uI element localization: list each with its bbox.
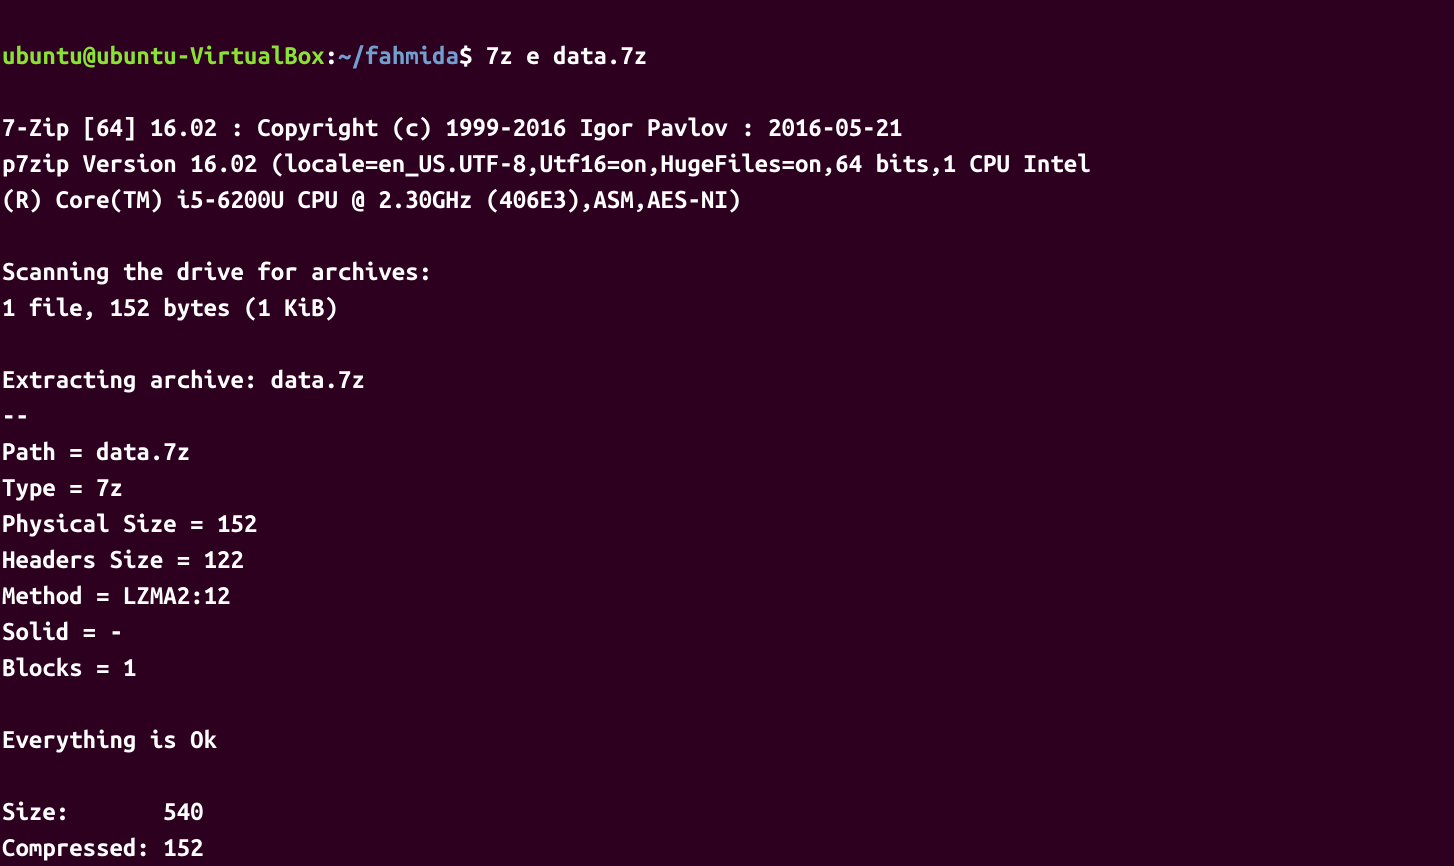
output-filecount: 1 file, 152 bytes (1 KiB) — [2, 294, 338, 321]
output-separator: -- — [2, 402, 29, 429]
output-version: 7-Zip [64] 16.02 : Copyright (c) 1999-20… — [2, 114, 902, 141]
output-type: Type = 7z — [2, 474, 123, 501]
prompt-dollar: $ — [459, 42, 486, 69]
prompt-colon: : — [325, 42, 338, 69]
output-method: Method = LZMA2:12 — [2, 582, 230, 609]
output-path: Path = data.7z — [2, 438, 190, 465]
prompt-tilde: ~ — [338, 42, 351, 69]
command-text: 7z e data.7z — [486, 42, 647, 69]
prompt-dir: fahmida — [365, 42, 459, 69]
prompt-line: ubuntu@ubuntu-VirtualBox:~/fahmida$ 7z e… — [2, 42, 647, 69]
output-cpu: (R) Core(TM) i5-6200U CPU @ 2.30GHz (406… — [2, 186, 741, 213]
output-physical-size: Physical Size = 152 — [2, 510, 257, 537]
output-p7zip: p7zip Version 16.02 (locale=en_US.UTF-8,… — [2, 150, 1091, 177]
terminal[interactable]: ubuntu@ubuntu-VirtualBox:~/fahmida$ 7z e… — [0, 0, 1454, 866]
prompt-user: ubuntu — [2, 42, 83, 69]
output-headers-size: Headers Size = 122 — [2, 546, 244, 573]
prompt-host: ubuntu-VirtualBox — [96, 42, 324, 69]
output-extracting: Extracting archive: data.7z — [2, 366, 365, 393]
output-status: Everything is Ok — [2, 726, 217, 753]
output-scanning: Scanning the drive for archives: — [2, 258, 432, 285]
output-blocks: Blocks = 1 — [2, 654, 136, 681]
prompt-at: @ — [83, 42, 96, 69]
output-compressed: Compressed: 152 — [2, 834, 204, 861]
output-size: Size: 540 — [2, 798, 204, 825]
prompt-slash: / — [351, 42, 364, 69]
output-solid: Solid = - — [2, 618, 123, 645]
